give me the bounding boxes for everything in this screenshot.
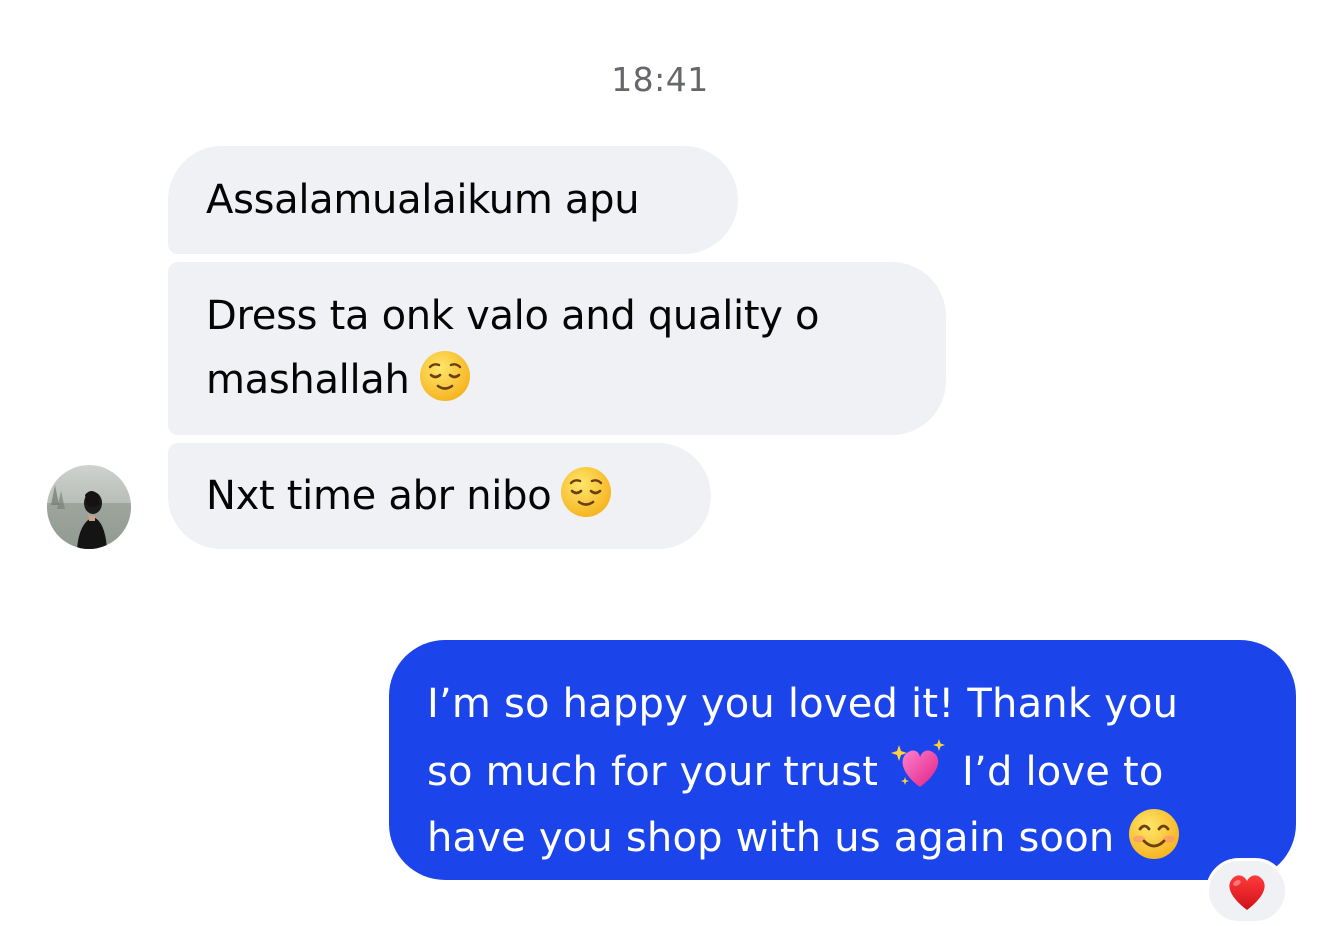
- outgoing-message-bubble[interactable]: I’m so happy you loved it! Thank you so …: [389, 640, 1296, 880]
- message-text: Assalamualaikum apu: [206, 177, 640, 223]
- red-heart-icon: [1229, 875, 1265, 910]
- avatar-photo: [47, 465, 131, 549]
- message-text-fragment: so much for your trust: [427, 749, 879, 795]
- smiling-face-emoji-icon: [1129, 809, 1180, 859]
- message-text-line: mashallah: [206, 357, 410, 403]
- message-text: Nxt time abr nibo: [206, 473, 552, 519]
- message-text-line: so much for your trust I’d love to: [427, 737, 1260, 805]
- message-text-line: I’m so happy you loved it! Thank you: [427, 681, 1179, 727]
- message-reaction[interactable]: [1206, 858, 1288, 924]
- sparkling-heart-emoji-icon: [891, 739, 946, 787]
- message-text-fragment: I’d love to: [962, 749, 1164, 795]
- relieved-face-emoji-icon: [561, 467, 612, 517]
- relieved-face-emoji-icon: [419, 351, 470, 401]
- message-timestamp: 18:41: [611, 60, 709, 99]
- message-text-fragment: have you shop with us again soon: [427, 815, 1115, 861]
- incoming-message-bubble[interactable]: Dress ta onk valo and quality o mashalla…: [168, 262, 946, 435]
- message-text-line: Dress ta onk valo and quality o: [206, 293, 820, 339]
- message-text-line: have you shop with us again soon: [427, 805, 1260, 871]
- incoming-message-bubble[interactable]: Nxt time abr nibo: [168, 443, 711, 549]
- contact-avatar[interactable]: [47, 465, 131, 549]
- incoming-message-bubble[interactable]: Assalamualaikum apu: [168, 146, 738, 254]
